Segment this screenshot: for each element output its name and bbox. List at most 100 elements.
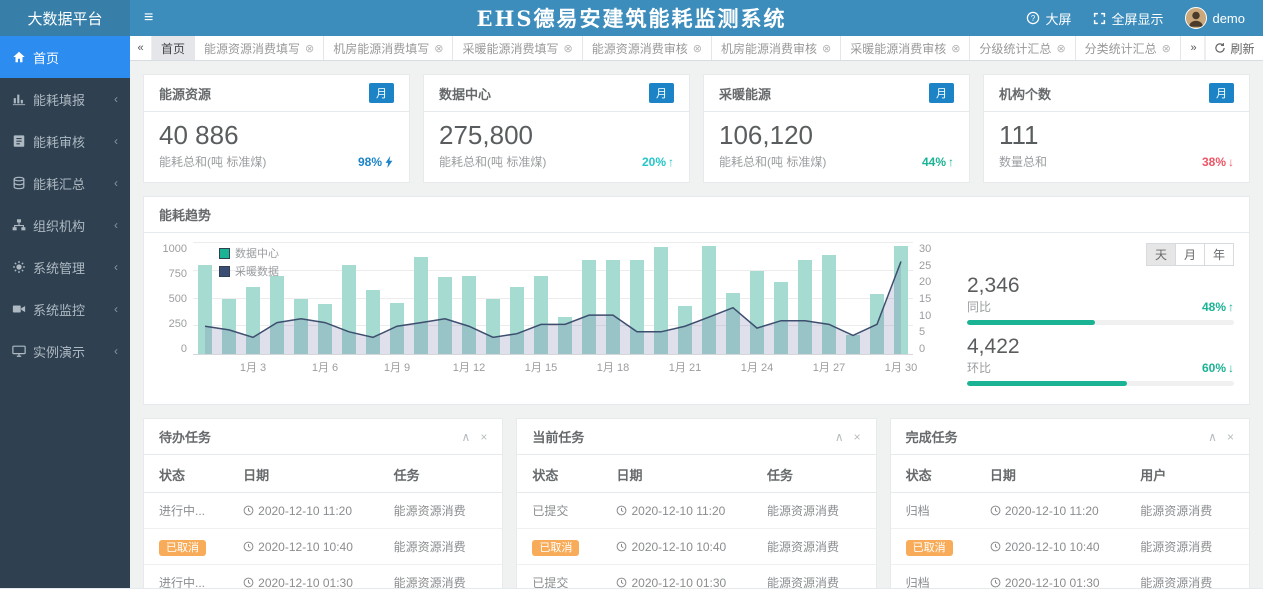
month-badge[interactable]: 月 xyxy=(369,83,394,103)
table-row[interactable]: 归档 2020-12-10 01:30 能源资源消费 xyxy=(891,565,1249,589)
tab-close-icon[interactable]: ⊗ xyxy=(1056,42,1065,55)
status-text: 已提交 xyxy=(532,576,568,588)
todo-tasks-card: 待办任务 ∧ × 状态 日期 任务 进行中... 2020-12-10 11:2… xyxy=(143,418,503,588)
collapse-icon[interactable]: ∧ xyxy=(462,430,471,444)
tab-home[interactable]: 首页 xyxy=(152,36,195,60)
chevron-left-icon: ‹ xyxy=(114,218,118,232)
stat-label: 数量总和 xyxy=(999,153,1047,170)
close-icon[interactable]: × xyxy=(480,430,487,444)
stat-value: 106,120 xyxy=(719,120,954,151)
tab-close-icon[interactable]: ⊗ xyxy=(1162,42,1171,55)
user-menu[interactable]: demo xyxy=(1185,7,1245,29)
column-header: 状态 xyxy=(144,455,237,493)
sidebar-item-energy-audit[interactable]: 能耗审核 ‹ xyxy=(0,120,130,162)
arrow-down-icon: ↓ xyxy=(1228,361,1234,375)
table-row[interactable]: 进行中... 2020-12-10 11:20 能源资源消费 xyxy=(144,493,502,529)
sidebar-item-demo[interactable]: 实例演示 ‹ xyxy=(0,330,130,372)
range-button-year[interactable]: 年 xyxy=(1204,243,1234,266)
task-text: 能源资源消费 xyxy=(767,576,839,588)
sidebar-item-energy-report[interactable]: 能耗填报 ‹ xyxy=(0,78,130,120)
fullscreen-button[interactable]: 全屏显示 xyxy=(1093,9,1163,28)
clock-icon xyxy=(990,577,1001,588)
current-tasks-card: 当前任务 ∧ × 状态 日期 任务 已提交 2020-12-10 11:20 能… xyxy=(516,418,876,588)
tab-category-summary[interactable]: 分类统计汇总⊗ xyxy=(1076,36,1181,60)
range-button-month[interactable]: 月 xyxy=(1175,243,1205,266)
column-header: 用户 xyxy=(1134,455,1249,493)
trend-plot[interactable]: 数据中心 采暖数据 xyxy=(193,243,913,355)
svg-text:?: ? xyxy=(1031,14,1036,23)
range-button-day[interactable]: 天 xyxy=(1146,243,1176,266)
table-row[interactable]: 已取消 2020-12-10 10:40 能源资源消费 xyxy=(144,529,502,565)
left-y-axis: 02505007501000 xyxy=(159,243,193,355)
tab-level-summary[interactable]: 分级统计汇总⊗ xyxy=(970,36,1075,60)
stat-value: 275,800 xyxy=(439,120,674,151)
sidebar-toggle-icon[interactable]: ≡ xyxy=(130,0,167,36)
tab-heating-audit[interactable]: 采暖能源消费审核⊗ xyxy=(841,36,970,60)
tab-close-icon[interactable]: ⊗ xyxy=(693,42,702,55)
x-axis-label: 1月 24 xyxy=(741,359,773,375)
collapse-icon[interactable]: ∧ xyxy=(1208,430,1217,444)
tab-energy-audit[interactable]: 能源资源消费审核⊗ xyxy=(583,36,712,60)
stat-percent: 44% ↑ xyxy=(922,155,954,169)
sidebar-item-system-monitor[interactable]: 系统监控 ‹ xyxy=(0,288,130,330)
chevron-left-icon: ‹ xyxy=(114,260,118,274)
clock-icon xyxy=(616,541,627,552)
arrow-up-icon: ↑ xyxy=(948,155,954,169)
table-row[interactable]: 已提交 2020-12-10 11:20 能源资源消费 xyxy=(517,493,875,529)
tab-heating-fill[interactable]: 采暖能源消费填写⊗ xyxy=(453,36,582,60)
sidebar-item-system-mgmt[interactable]: 系统管理 ‹ xyxy=(0,246,130,288)
big-screen-button[interactable]: ? 大屏 xyxy=(1026,9,1071,28)
sidebar-item-energy-summary[interactable]: 能耗汇总 ‹ xyxy=(0,162,130,204)
tab-close-icon[interactable]: ⊗ xyxy=(822,42,831,55)
tab-bar: « 首页 能源资源消费填写⊗ 机房能源消费填写⊗ 采暖能源消费填写⊗ 能源资源消… xyxy=(130,36,1263,61)
collapse-icon[interactable]: ∧ xyxy=(835,430,844,444)
sidebar-item-organization[interactable]: 组织机构 ‹ xyxy=(0,204,130,246)
legend-item-datacenter[interactable]: 数据中心 xyxy=(219,245,279,261)
x-axis-label: 1月 15 xyxy=(525,359,557,375)
stat-label: 能耗总和(吨 标准煤) xyxy=(439,153,546,170)
y-axis-tick: 0 xyxy=(159,343,187,355)
refresh-icon xyxy=(1214,42,1226,54)
home-icon xyxy=(12,50,26,64)
stat-percent: 98% xyxy=(358,155,394,169)
fullscreen-icon xyxy=(1093,12,1106,25)
tab-room-audit[interactable]: 机房能源消费审核⊗ xyxy=(712,36,841,60)
tab-close-icon[interactable]: ⊗ xyxy=(951,42,960,55)
tab-close-icon[interactable]: ⊗ xyxy=(305,42,314,55)
close-icon[interactable]: × xyxy=(854,430,861,444)
tab-energy-fill[interactable]: 能源资源消费填写⊗ xyxy=(195,36,324,60)
month-badge[interactable]: 月 xyxy=(929,83,954,103)
tab-close-icon[interactable]: ⊗ xyxy=(434,42,443,55)
tab-close-icon[interactable]: ⊗ xyxy=(564,42,573,55)
kpi-label: 环比 xyxy=(967,359,991,376)
legend-item-heating[interactable]: 采暖数据 xyxy=(219,263,279,279)
date-text: 2020-12-10 11:20 xyxy=(631,504,725,518)
file-icon xyxy=(12,134,26,148)
task-card-title: 当前任务 xyxy=(532,427,584,446)
table-row[interactable]: 进行中... 2020-12-10 01:30 能源资源消费 xyxy=(144,565,502,589)
month-badge[interactable]: 月 xyxy=(1209,83,1234,103)
month-badge[interactable]: 月 xyxy=(649,83,674,103)
arrow-up-icon: ↑ xyxy=(668,155,674,169)
tab-scroll-right-icon[interactable]: » xyxy=(1183,36,1205,60)
tab-room-fill[interactable]: 机房能源消费填写⊗ xyxy=(324,36,453,60)
app-logo[interactable]: 大数据平台 xyxy=(0,0,130,36)
x-axis-label: 1月 3 xyxy=(240,359,266,375)
stat-card-heating: 采暖能源 月 106,120 能耗总和(吨 标准煤) 44% ↑ xyxy=(703,74,970,183)
table-row[interactable]: 已提交 2020-12-10 01:30 能源资源消费 xyxy=(517,565,875,589)
table-row[interactable]: 已取消 2020-12-10 10:40 能源资源消费 xyxy=(891,529,1249,565)
username: demo xyxy=(1212,11,1245,26)
sidebar-item-label: 首页 xyxy=(33,48,59,67)
y-axis-tick: 25 xyxy=(919,260,939,272)
bar-chart-icon xyxy=(12,92,26,106)
table-row[interactable]: 归档 2020-12-10 11:20 能源资源消费 xyxy=(891,493,1249,529)
table-row[interactable]: 已取消 2020-12-10 10:40 能源资源消费 xyxy=(517,529,875,565)
close-icon[interactable]: × xyxy=(1227,430,1234,444)
sidebar-item-home[interactable]: 首页 xyxy=(0,36,130,78)
y-axis-tick: 0 xyxy=(919,343,939,355)
question-circle-icon: ? xyxy=(1026,11,1040,25)
chevron-left-icon: ‹ xyxy=(114,302,118,316)
clock-icon xyxy=(243,577,254,588)
tab-scroll-left-icon[interactable]: « xyxy=(130,36,152,60)
refresh-button[interactable]: 刷新 xyxy=(1205,36,1263,60)
